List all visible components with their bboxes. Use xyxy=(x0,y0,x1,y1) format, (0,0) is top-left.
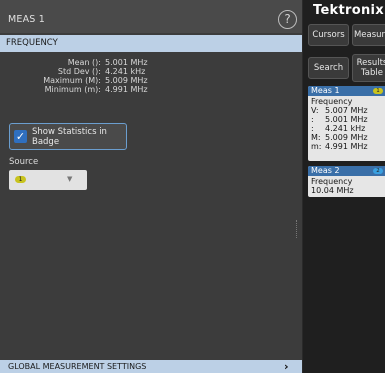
channel-1-chip: 1 xyxy=(15,176,26,183)
help-icon[interactable]: ? xyxy=(278,10,297,29)
badge-row-value: 4.241 kHz xyxy=(325,124,366,133)
panel-header: MEAS 1 ? xyxy=(0,0,302,33)
stat-value: 4.991 MHz xyxy=(105,85,148,94)
badge-header: Meas 1 1 xyxy=(308,86,385,96)
badge-row: M: 5.009 MHz xyxy=(311,133,385,142)
statistics-readout: Mean (): 5.001 MHz Std Dev (): 4.241 kHz… xyxy=(8,58,188,94)
badge-title: Meas 1 xyxy=(311,86,340,95)
badge-row-value: 5.001 MHz xyxy=(325,115,368,124)
measurement-config-panel: MEAS 1 ? FREQUENCY Mean (): 5.001 MHz St… xyxy=(0,0,302,373)
badge-row-value: 4.991 MHz xyxy=(325,142,368,151)
results-table-label-line2: Table xyxy=(361,68,383,78)
channel-2-indicator: 2 xyxy=(373,168,383,174)
badge-row-key: m: xyxy=(311,142,322,151)
badge-row: : 5.001 MHz xyxy=(311,115,385,124)
chevron-down-icon: ▼ xyxy=(67,175,73,183)
badge-row-key: V: xyxy=(311,106,319,115)
global-measurement-settings-bar[interactable]: GLOBAL MEASUREMENT SETTINGS › xyxy=(0,360,302,373)
right-control-rail: Tektronix Cursors Measure Search Results… xyxy=(302,0,385,373)
stat-label: Maximum (M): xyxy=(43,76,101,85)
checkmark-icon[interactable]: ✓ xyxy=(14,130,27,143)
badge-row: V: 5.007 MHz xyxy=(311,106,385,115)
panel-resize-handle[interactable] xyxy=(296,220,298,238)
badge-row-key: M: xyxy=(311,133,321,142)
section-label: FREQUENCY xyxy=(6,38,58,48)
results-table-button[interactable]: Results Table xyxy=(352,54,385,82)
meas-2-badge[interactable]: Meas 2 2 Frequency 10.04 MHz xyxy=(308,166,385,197)
meas-1-badge[interactable]: Meas 1 1 Frequency V: 5.007 MHz : 5.001 … xyxy=(308,86,385,161)
cursors-button[interactable]: Cursors xyxy=(308,24,349,46)
chevron-right-icon: › xyxy=(284,360,289,373)
badge-row-key: : xyxy=(311,115,314,124)
stat-value: 4.241 kHz xyxy=(105,67,146,76)
badge-title: Meas 2 xyxy=(311,166,340,175)
stat-label: Minimum (m): xyxy=(44,85,101,94)
badge-measurement-type: Frequency xyxy=(311,97,353,106)
panel-title: MEAS 1 xyxy=(8,14,45,25)
stat-row-minimum: Minimum (m): 4.991 MHz xyxy=(8,85,188,94)
channel-1-indicator: 1 xyxy=(373,88,383,94)
search-button[interactable]: Search xyxy=(308,57,349,79)
measure-button[interactable]: Measure xyxy=(352,24,385,46)
global-settings-label: GLOBAL MEASUREMENT SETTINGS xyxy=(8,362,147,371)
stat-row-std-dev: Std Dev (): 4.241 kHz xyxy=(8,67,188,76)
badge-measurement-value: 10.04 MHz xyxy=(311,186,354,195)
show-statistics-label: Show Statistics in Badge xyxy=(32,127,107,147)
badge-row-value: 5.009 MHz xyxy=(325,133,368,142)
badge-body: Frequency V: 5.007 MHz : 5.001 MHz : 4.2… xyxy=(308,96,385,153)
stat-row-mean: Mean (): 5.001 MHz xyxy=(8,58,188,67)
frequency-section-header[interactable]: FREQUENCY xyxy=(0,35,302,52)
badge-row-key: : xyxy=(311,124,314,133)
stat-value: 5.001 MHz xyxy=(105,58,148,67)
source-label: Source xyxy=(9,157,39,167)
badge-body: Frequency 10.04 MHz xyxy=(308,176,385,197)
badge-measurement-type: Frequency xyxy=(311,177,353,186)
tektronix-logo: Tektronix xyxy=(313,3,384,18)
badge-row: m: 4.991 MHz xyxy=(311,142,385,151)
stat-row-maximum: Maximum (M): 5.009 MHz xyxy=(8,76,188,85)
badge-header: Meas 2 2 xyxy=(308,166,385,176)
show-statistics-toggle[interactable]: ✓ Show Statistics in Badge xyxy=(9,123,127,150)
badge-row-value: 5.007 MHz xyxy=(325,106,368,115)
stat-value: 5.009 MHz xyxy=(105,76,148,85)
badge-row: : 4.241 kHz xyxy=(311,124,385,133)
stat-label: Std Dev (): xyxy=(57,67,101,76)
results-table-label-line1: Results xyxy=(356,58,385,68)
stat-label: Mean (): xyxy=(67,58,101,67)
source-dropdown[interactable]: 1 ▼ xyxy=(9,170,87,190)
